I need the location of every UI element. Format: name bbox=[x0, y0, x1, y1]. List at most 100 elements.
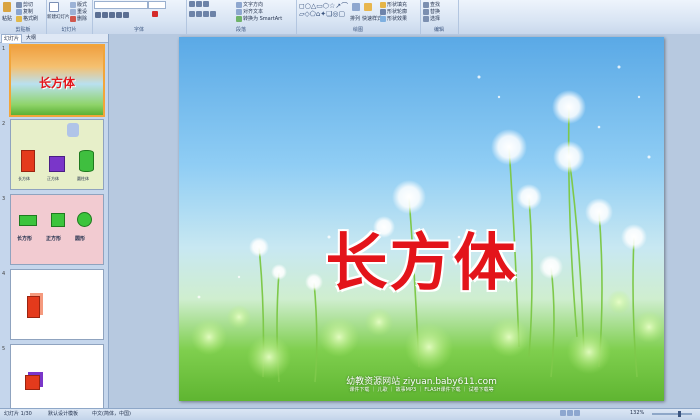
new-slide-label: 新建幻灯片 bbox=[47, 15, 70, 20]
font-size-combo[interactable] bbox=[148, 1, 166, 9]
numbering-icon bbox=[196, 1, 202, 7]
theme-name: 默认设计模板 bbox=[48, 411, 79, 417]
indent-icon bbox=[203, 1, 209, 7]
ribbon: 粘贴 剪切 复制 格式刷 剪贴板 新建幻灯片 版式 重设 删除 幻灯片 字体 文… bbox=[0, 0, 700, 35]
replace-icon bbox=[423, 8, 429, 15]
watermark-links: 课件下载 ｜ 儿歌 ｜ 故事MP3 ｜ FLASH课件下载 ｜ 试卷下载等 bbox=[349, 387, 494, 393]
layout-icon bbox=[70, 1, 76, 8]
slides-group: 新建幻灯片 版式 重设 删除 幻灯片 bbox=[46, 0, 93, 34]
zoom-level[interactable]: 132% bbox=[630, 410, 644, 416]
bullets-icon bbox=[189, 1, 195, 7]
new-slide-icon bbox=[49, 2, 59, 12]
shape-outline-button[interactable]: 形状轮廓 bbox=[380, 8, 407, 15]
align-center-icon bbox=[196, 11, 202, 17]
align-right-icon bbox=[203, 11, 209, 17]
quick-styles-label: 快速样式 bbox=[362, 16, 383, 22]
paste-label: 粘贴 bbox=[2, 16, 13, 22]
panel-tabs: 幻灯片 大纲 bbox=[0, 34, 108, 43]
slide-sorter-icon[interactable] bbox=[567, 410, 573, 416]
status-bar: 幻灯片 1/30 默认设计模板 中文(简体，中国) 132% bbox=[0, 408, 700, 420]
editing-group: 查找 替换 选择 编辑 bbox=[420, 0, 459, 34]
slide-number: 5 bbox=[2, 346, 6, 352]
copy-icon bbox=[16, 8, 22, 15]
cuboid-shape bbox=[21, 150, 35, 172]
brush-icon bbox=[16, 15, 22, 22]
find-button[interactable]: 查找 bbox=[423, 1, 440, 8]
smartart-button[interactable]: 转换为 SmartArt bbox=[236, 15, 282, 22]
shape-fill-button[interactable]: 形状填充 bbox=[380, 1, 407, 8]
cuboid-shape bbox=[27, 296, 40, 318]
quick-styles-button[interactable] bbox=[364, 3, 373, 11]
outline-icon bbox=[380, 8, 386, 15]
text-direction-icon bbox=[236, 1, 242, 8]
bold-icon bbox=[95, 11, 101, 18]
strikethrough-icon bbox=[116, 11, 122, 18]
smartart-icon bbox=[236, 15, 242, 22]
scissors-icon bbox=[16, 1, 22, 8]
shapes-gallery-row2[interactable]: ▱◇⬠⌂✦❏◎▢ bbox=[299, 10, 345, 18]
find-icon bbox=[423, 1, 429, 8]
reset-button[interactable]: 重设 bbox=[70, 8, 87, 15]
slide-number: 3 bbox=[2, 196, 6, 202]
layout-button[interactable]: 版式 bbox=[70, 1, 87, 8]
language-indicator[interactable]: 中文(简体，中国) bbox=[92, 410, 131, 417]
slide-count: 幻灯片 1/30 bbox=[4, 411, 32, 417]
paste-button[interactable] bbox=[3, 2, 12, 12]
align-buttons[interactable] bbox=[189, 11, 217, 18]
slideshow-icon[interactable] bbox=[574, 410, 580, 416]
align-text-icon bbox=[236, 8, 242, 15]
tab-outline[interactable]: 大纲 bbox=[24, 34, 38, 42]
thumb-label: 圆形 bbox=[75, 236, 86, 242]
font-color-button[interactable] bbox=[152, 11, 159, 18]
select-button[interactable]: 选择 bbox=[423, 15, 440, 22]
cube-shape bbox=[49, 156, 65, 172]
arrange-button[interactable] bbox=[352, 3, 361, 11]
slide-number: 4 bbox=[2, 271, 6, 277]
view-buttons[interactable] bbox=[560, 410, 581, 417]
normal-view-icon[interactable] bbox=[560, 410, 566, 416]
format-painter-button[interactable]: 格式刷 bbox=[16, 15, 38, 22]
justify-icon bbox=[210, 11, 216, 17]
slide-thumbnail-5[interactable] bbox=[10, 344, 104, 415]
align-left-icon bbox=[189, 11, 195, 17]
zoom-slider[interactable] bbox=[652, 411, 692, 417]
font-name-combo[interactable] bbox=[94, 1, 148, 9]
bold-button[interactable] bbox=[95, 11, 130, 18]
arrange-icon bbox=[352, 3, 360, 11]
slide-number: 2 bbox=[2, 121, 6, 127]
align-text-button[interactable]: 对齐文本 bbox=[236, 8, 263, 15]
cylinder-shape bbox=[79, 150, 94, 172]
italic-icon bbox=[102, 11, 108, 18]
new-slide-button[interactable] bbox=[49, 2, 60, 12]
paragraph-group: 文字方向 对齐文本 转换为 SmartArt 段落 bbox=[186, 0, 297, 34]
slide-title[interactable]: 长方体 bbox=[179, 212, 664, 302]
shape-effects-button[interactable]: 形状效果 bbox=[380, 15, 407, 22]
thumb-label: 长方形 bbox=[17, 236, 33, 242]
slide-thumbnail-2[interactable]: 长方体 正方体 圆柱体 bbox=[10, 119, 104, 190]
thumb-label: 长方体 bbox=[18, 176, 30, 181]
current-slide[interactable]: 长方体 幼教资源网站 ziyuan.baby611.com 课件下载 ｜ 儿歌 … bbox=[179, 37, 664, 401]
slide-thumbnail-3[interactable]: 长方形 正方形 圆形 bbox=[10, 194, 104, 265]
replace-button[interactable]: 替换 bbox=[423, 8, 440, 15]
quick-styles-icon bbox=[364, 3, 372, 11]
thumb-label: 正方体 bbox=[47, 176, 59, 181]
delete-button[interactable]: 删除 bbox=[70, 15, 87, 22]
tab-slides[interactable]: 幻灯片 bbox=[1, 34, 23, 43]
effects-icon bbox=[380, 15, 386, 22]
underline-icon bbox=[109, 11, 115, 18]
delete-icon bbox=[70, 15, 76, 22]
cut-button[interactable]: 剪切 bbox=[16, 1, 33, 8]
copy-button[interactable]: 复制 bbox=[16, 8, 33, 15]
zoom-slider-thumb[interactable] bbox=[678, 411, 681, 417]
fill-icon bbox=[380, 1, 386, 8]
text-direction-button[interactable]: 文字方向 bbox=[236, 1, 263, 8]
paste-icon bbox=[3, 2, 11, 12]
slide-thumbnail-1[interactable]: 长方体 bbox=[9, 44, 105, 117]
slide-number: 1 bbox=[2, 46, 6, 52]
circle-shape bbox=[77, 212, 92, 227]
thumb-label: 圆柱体 bbox=[77, 176, 89, 181]
bullets-button[interactable] bbox=[189, 1, 210, 8]
font-group: 字体 bbox=[92, 0, 187, 34]
slide-thumbnails-panel: 幻灯片 大纲 1 长方体 2 长方体 正方体 圆柱体 3 长方形 正方形 圆形 … bbox=[0, 34, 109, 415]
slide-thumbnail-4[interactable] bbox=[10, 269, 104, 340]
